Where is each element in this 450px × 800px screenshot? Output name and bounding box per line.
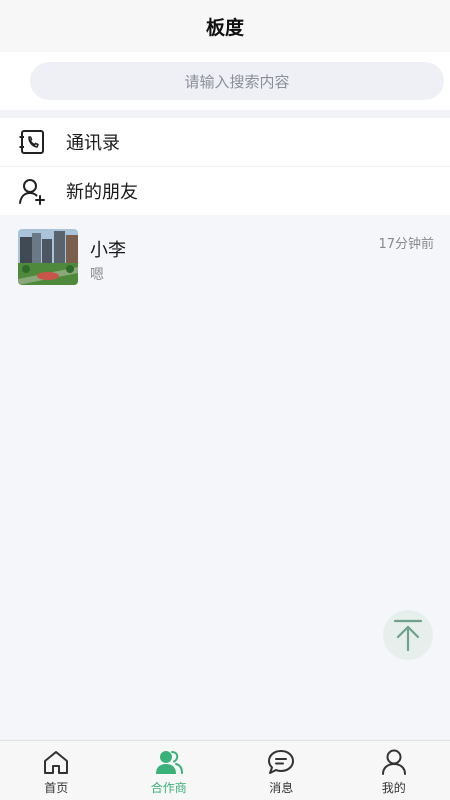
add-friend-icon (19, 179, 45, 205)
avatar (18, 229, 78, 285)
partners-icon (155, 751, 183, 774)
search-input[interactable]: 请输入搜索内容 (30, 62, 444, 100)
arrow-up-to-top-icon (393, 619, 423, 652)
conversation-time: 17分钟前 (378, 237, 434, 252)
tab-label: 消息 (269, 781, 294, 795)
back-to-top-button[interactable] (383, 610, 433, 660)
conversation-name: 小李 (90, 240, 126, 261)
menu-item-label: 通讯录 (66, 133, 120, 154)
tab-label: 合作商 (150, 781, 187, 795)
page-title: 板度 (205, 16, 244, 39)
city-photo-avatar (18, 229, 78, 285)
tab-messages[interactable]: 消息 (225, 741, 338, 800)
search-placeholder: 请输入搜索内容 (184, 72, 290, 91)
message-icon (268, 750, 295, 774)
contacts-menu: 通讯录 新的朋友 (0, 118, 450, 215)
tab-label: 首页 (44, 781, 69, 795)
conversation-list: 小李 嗯 17分钟前 (0, 216, 450, 296)
menu-item-contacts[interactable]: 通讯录 (0, 118, 450, 166)
app-screen: 板度 请输入搜索内容 通讯录 新的朋友 小李 嗯 17分钟前 首页 合作商 消息… (0, 0, 450, 800)
tab-label: 我的 (381, 781, 406, 795)
section-divider (0, 110, 450, 118)
tab-partners[interactable]: 合作商 (113, 741, 226, 800)
user-icon (381, 749, 406, 775)
contacts-phone-icon (19, 130, 44, 154)
top-header: 板度 (0, 0, 450, 52)
menu-item-label: 新的朋友 (66, 182, 138, 203)
menu-item-new-friends[interactable]: 新的朋友 (0, 166, 450, 215)
tab-home[interactable]: 首页 (0, 741, 113, 800)
tab-mine[interactable]: 我的 (338, 741, 450, 800)
home-icon (44, 751, 69, 774)
bottom-tab-bar: 首页 合作商 消息 我的 (0, 740, 450, 800)
search-bar-container: 请输入搜索内容 (0, 52, 450, 110)
conversation-item[interactable]: 小李 嗯 17分钟前 (0, 216, 450, 296)
conversation-last-message: 嗯 (90, 267, 104, 283)
